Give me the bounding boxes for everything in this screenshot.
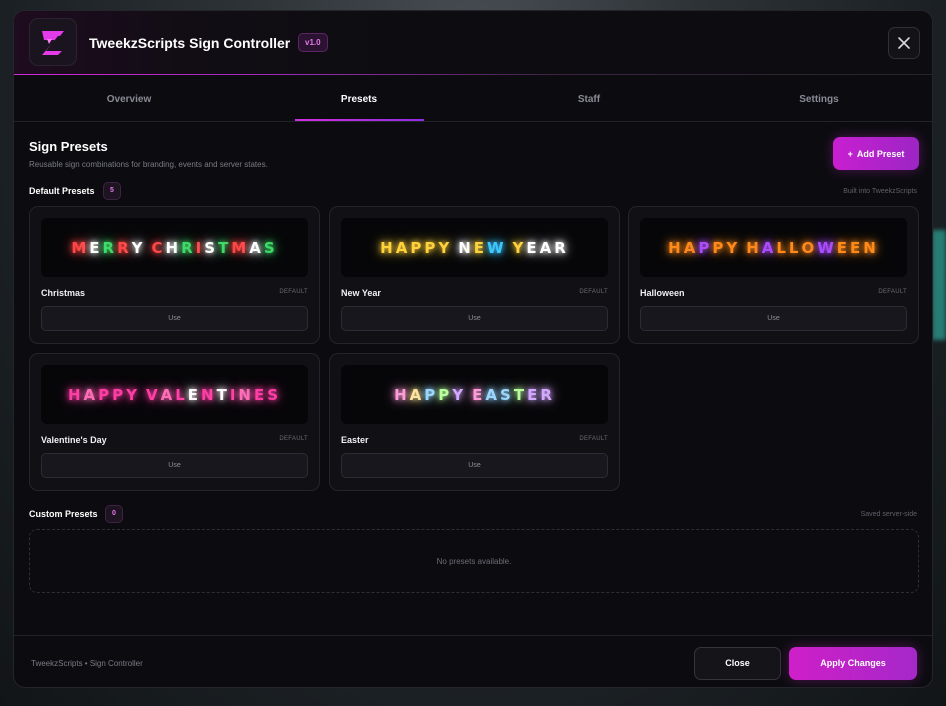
sign-preview: HAPPY HALLOWEEN	[640, 218, 907, 277]
preset-name: Easter	[341, 435, 369, 445]
default-tag: DEFAULT	[579, 289, 608, 295]
window-header: TweekzScripts Sign Controller v1.0	[14, 11, 932, 74]
lightning-z-logo-icon	[42, 31, 64, 55]
preset-card: HAPPY NEW YEAR New Year DEFAULT Use	[329, 206, 620, 344]
tab-presets[interactable]: Presets	[244, 75, 474, 122]
preset-name: Christmas	[41, 288, 86, 298]
default-tag: DEFAULT	[878, 289, 907, 295]
sign-preview: HAPPY EASTER	[341, 365, 608, 424]
background-scenery	[932, 230, 946, 340]
plus-icon: +	[847, 148, 853, 159]
default-tag: DEFAULT	[579, 436, 608, 442]
version-badge: v1.0	[298, 33, 328, 52]
sign-text: MERRY CHRISTMAS	[71, 238, 278, 257]
default-presets-note: Built into TweekzScripts	[843, 188, 917, 195]
window-footer: TweekzScripts • Sign Controller Close Ap…	[14, 635, 932, 687]
active-tab-indicator	[295, 119, 424, 121]
add-preset-button[interactable]: + Add Preset	[833, 137, 919, 170]
use-preset-button[interactable]: Use	[41, 453, 308, 478]
close-button[interactable]: Close	[694, 647, 781, 680]
footer-text: TweekzScripts • Sign Controller	[31, 659, 143, 668]
custom-presets-empty: No presets available.	[29, 529, 919, 593]
tab-overview[interactable]: Overview	[14, 75, 244, 122]
apply-changes-button[interactable]: Apply Changes	[789, 647, 917, 680]
sign-preview: HAPPY NEW YEAR	[341, 218, 608, 277]
section-subtitle: Reusable sign combinations for branding,…	[29, 160, 268, 169]
preset-name: Halloween	[640, 288, 685, 298]
preset-card: HAPPY HALLOWEEN Halloween DEFAULT Use	[628, 206, 919, 344]
use-preset-button[interactable]: Use	[341, 453, 608, 478]
default-tag: DEFAULT	[279, 289, 308, 295]
custom-presets-note: Saved server-side	[860, 511, 917, 518]
preset-card: HAPPY VALENTINES Valentine's Day DEFAULT…	[29, 353, 320, 491]
default-tag: DEFAULT	[279, 436, 308, 442]
add-preset-label: Add Preset	[856, 148, 905, 159]
use-preset-button[interactable]: Use	[341, 306, 608, 331]
sign-text: HAPPY NEW YEAR	[380, 238, 569, 257]
preset-name: Valentine's Day	[41, 435, 107, 445]
use-preset-button[interactable]: Use	[640, 306, 907, 331]
default-presets-count: 5	[103, 182, 121, 200]
preset-name: New Year	[341, 288, 381, 298]
app-title: TweekzScripts Sign Controller	[89, 35, 291, 51]
default-presets-label: Default Presets	[29, 186, 95, 196]
close-icon	[898, 37, 910, 49]
preset-card: MERRY CHRISTMAS Christmas DEFAULT Use	[29, 206, 320, 344]
sign-preview: MERRY CHRISTMAS	[41, 218, 308, 277]
window-close-button[interactable]	[888, 27, 920, 59]
section-title: Sign Presets	[29, 139, 108, 154]
sign-text: HAPPY EASTER	[394, 385, 555, 404]
sign-preview: HAPPY VALENTINES	[41, 365, 308, 424]
tab-settings[interactable]: Settings	[704, 75, 932, 122]
custom-presets-label: Custom Presets	[29, 509, 98, 519]
custom-presets-count: 0	[105, 505, 123, 523]
use-preset-button[interactable]: Use	[41, 306, 308, 331]
sign-text: HAPPY VALENTINES	[67, 385, 282, 404]
tab-bar: Overview Presets Staff Settings	[14, 75, 932, 122]
preset-card: HAPPY EASTER Easter DEFAULT Use	[329, 353, 620, 491]
tab-staff[interactable]: Staff	[474, 75, 704, 122]
app-logo	[29, 18, 77, 66]
sign-controller-window: TweekzScripts Sign Controller v1.0 Overv…	[13, 10, 933, 688]
sign-text: HAPPY HALLOWEEN	[668, 238, 879, 257]
